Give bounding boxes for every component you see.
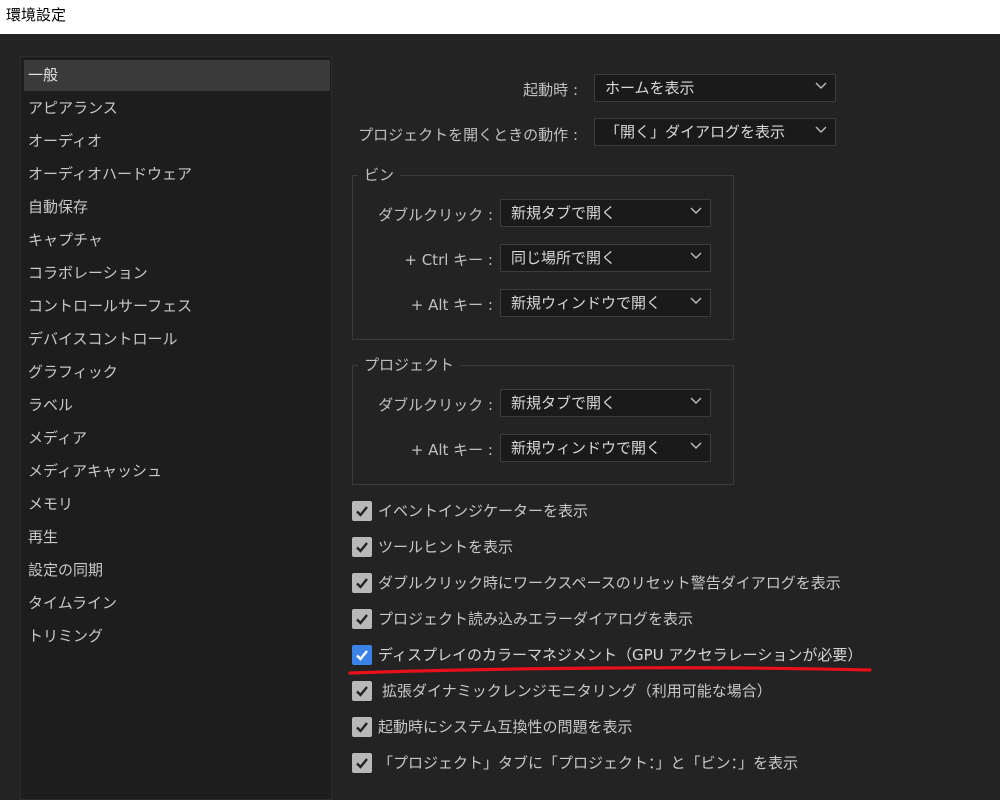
checkbox-label: 「プロジェクト」タブに「プロジェクト：」と「ビン：」を表示 (378, 754, 799, 772)
sidebar-item-control-surface[interactable]: コントロールサーフェス (24, 291, 330, 322)
checkbox[interactable] (352, 717, 372, 737)
sidebar-item-auto-save[interactable]: 自動保存 (24, 192, 330, 223)
sidebar-item-appearance[interactable]: アピアランス (24, 93, 330, 124)
checkbox-label: 起動時にシステム互換性の問題を表示 (378, 718, 633, 736)
bins-alt-dropdown[interactable]: 新規ウィンドウで開く (500, 289, 711, 317)
sidebar-item-playback[interactable]: 再生 (24, 522, 330, 553)
sidebar-item-collaboration[interactable]: コラボレーション (24, 258, 330, 289)
chevron-down-icon (815, 126, 827, 133)
bins-group-title: ビン (358, 164, 401, 185)
bins-alt-label: + Alt キー : (410, 296, 493, 314)
window-titlebar: 環境設定 (0, 0, 1000, 34)
checkbox-label: 拡張ダイナミックレンジモニタリング（利用可能な場合） (382, 682, 772, 700)
project-alt-label: + Alt キー : (410, 441, 493, 459)
checkmark-icon (356, 578, 368, 589)
checkbox[interactable] (352, 681, 372, 701)
red-underline-annotation (348, 666, 872, 675)
checkmark-icon (356, 614, 368, 625)
open-project-dropdown[interactable]: 「開く」ダイアログを表示 (594, 118, 836, 146)
project-double-click-label: ダブルクリック : (378, 396, 493, 414)
checkbox[interactable] (352, 753, 372, 773)
sidebar-item-general[interactable]: 一般 (24, 60, 330, 91)
checkmark-icon (356, 686, 368, 697)
open-project-value: 「開く」ダイアログを表示 (605, 123, 786, 141)
project-alt-dropdown[interactable]: 新規ウィンドウで開く (500, 434, 711, 462)
bins-double-click-value: 新規タブで開く (511, 204, 617, 222)
bins-double-click-dropdown[interactable]: 新規タブで開く (500, 199, 711, 227)
project-alt-value: 新規ウィンドウで開く (511, 439, 662, 457)
chevron-down-icon (690, 442, 702, 449)
sidebar-item-media[interactable]: メディア (24, 423, 330, 454)
checkbox[interactable] (352, 537, 372, 557)
project-groupbox (352, 365, 734, 485)
window-title: 環境設定 (6, 6, 67, 24)
project-group-title: プロジェクト (358, 354, 461, 375)
project-double-click-value: 新規タブで開く (511, 394, 617, 412)
checkbox-label: プロジェクト読み込みエラーダイアログを表示 (378, 610, 694, 628)
sidebar-item-audio[interactable]: オーディオ (24, 126, 330, 157)
sidebar-item-audio-hardware[interactable]: オーディオハードウェア (24, 159, 330, 190)
sidebar-item-capture[interactable]: キャプチャ (24, 225, 330, 256)
startup-label: 起動時 : (523, 81, 578, 99)
sidebar-item-graphics[interactable]: グラフィック (24, 357, 330, 388)
bins-ctrl-value: 同じ場所で開く (511, 249, 617, 267)
checkbox[interactable] (352, 573, 372, 593)
checkmark-icon (356, 542, 368, 553)
sidebar-item-labels[interactable]: ラベル (24, 390, 330, 421)
startup-value: ホームを表示 (605, 79, 695, 97)
checkbox[interactable] (352, 501, 372, 521)
project-double-click-dropdown[interactable]: 新規タブで開く (500, 389, 711, 417)
bins-double-click-label: ダブルクリック : (378, 206, 493, 224)
chevron-down-icon (690, 252, 702, 259)
bins-alt-value: 新規ウィンドウで開く (511, 294, 662, 312)
checkbox[interactable] (352, 609, 372, 629)
chevron-down-icon (690, 397, 702, 404)
bins-ctrl-dropdown[interactable]: 同じ場所で開く (500, 244, 711, 272)
sidebar-item-memory[interactable]: メモリ (24, 489, 330, 520)
sidebar-item-device-control[interactable]: デバイスコントロール (24, 324, 330, 355)
sidebar-item-media-cache[interactable]: メディアキャッシュ (24, 456, 330, 487)
chevron-down-icon (815, 82, 827, 89)
checkbox-label: ダブルクリック時にワークスペースのリセット警告ダイアログを表示 (378, 574, 841, 592)
checkmark-icon (356, 506, 368, 517)
sidebar-item-sync-settings[interactable]: 設定の同期 (24, 555, 330, 586)
preferences-sidebar: 一般 アピアランス オーディオ オーディオハードウェア 自動保存 キャプチャ コ… (20, 56, 332, 800)
startup-dropdown[interactable]: ホームを表示 (594, 74, 836, 102)
chevron-down-icon (690, 207, 702, 214)
checkbox-label: イベントインジケーターを表示 (378, 502, 589, 520)
checkmark-icon (356, 758, 368, 769)
bins-ctrl-label: + Ctrl キー : (404, 251, 493, 269)
open-project-label: プロジェクトを開くときの動作 : (358, 126, 578, 144)
checkbox-label: ツールヒントを表示 (378, 538, 514, 556)
checkmark-icon (356, 722, 368, 733)
chevron-down-icon (690, 297, 702, 304)
sidebar-item-timeline[interactable]: タイムライン (24, 588, 330, 619)
sidebar-item-trim[interactable]: トリミング (24, 621, 330, 652)
